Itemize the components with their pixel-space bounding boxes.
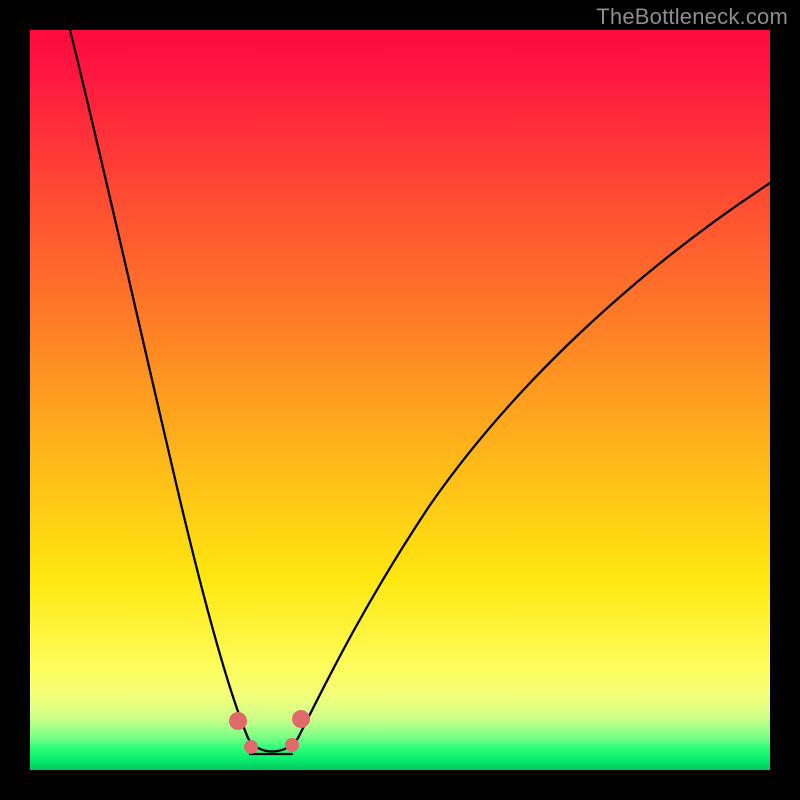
watermark-text: TheBottleneck.com [596, 4, 788, 30]
marker-dot-right-lower [285, 738, 299, 752]
marker-dot-left-upper [229, 712, 247, 730]
marker-dot-right-upper [292, 710, 310, 728]
marker-dot-left-lower [244, 740, 258, 754]
bottleneck-curve-left [70, 30, 248, 738]
curve-svg [30, 30, 770, 770]
bottleneck-curve-right [298, 183, 770, 738]
plot-area [30, 30, 770, 770]
chart-frame: TheBottleneck.com [0, 0, 800, 800]
